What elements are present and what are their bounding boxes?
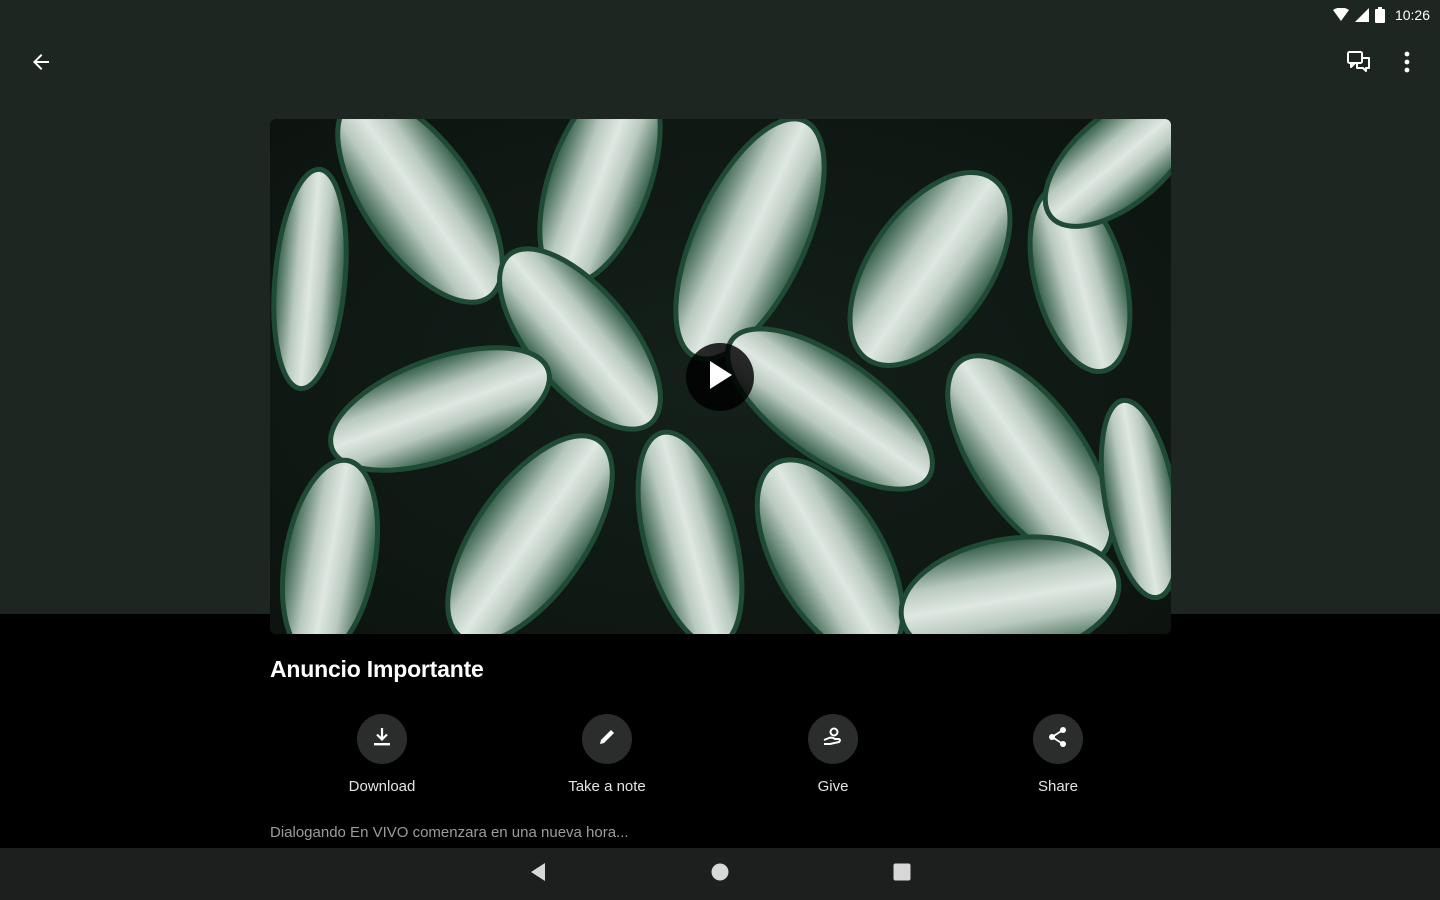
give-button[interactable]: Give	[753, 714, 913, 795]
status-bar: 10:26	[1300, 0, 1440, 30]
give-hand-icon	[821, 725, 845, 754]
play-icon	[707, 360, 733, 395]
description-text[interactable]: Dialogando En VIVO comenzara en una nuev…	[270, 824, 629, 841]
nav-back-icon	[529, 862, 547, 887]
download-button[interactable]: Download	[302, 714, 462, 795]
download-icon	[371, 726, 393, 753]
action-bar: Download Take a note Give Share	[270, 714, 1171, 804]
signal-icon	[1354, 8, 1369, 22]
nav-recents-icon	[893, 863, 911, 886]
share-icon	[1047, 726, 1069, 753]
play-button[interactable]	[686, 343, 754, 411]
chat-bubbles-icon	[1346, 50, 1372, 79]
more-options-button[interactable]	[1387, 44, 1427, 84]
action-circle	[357, 714, 407, 764]
action-label: Take a note	[568, 778, 646, 795]
wifi-icon	[1332, 8, 1349, 22]
chat-button[interactable]	[1339, 44, 1379, 84]
page-title: Anuncio Importante	[270, 656, 484, 682]
video-thumbnail[interactable]	[270, 119, 1171, 634]
pencil-icon	[597, 727, 617, 752]
status-time: 10:26	[1394, 7, 1430, 23]
action-label: Download	[348, 778, 416, 795]
nav-home-button[interactable]	[704, 858, 736, 890]
arrow-left-icon	[29, 50, 53, 79]
take-a-note-button[interactable]: Take a note	[527, 714, 687, 795]
back-button[interactable]	[21, 44, 61, 84]
more-vertical-icon	[1404, 51, 1410, 78]
system-nav-bar	[0, 848, 1440, 900]
action-circle	[808, 714, 858, 764]
action-label: Give	[817, 778, 849, 795]
battery-icon	[1374, 7, 1385, 23]
share-button[interactable]: Share	[978, 714, 1138, 795]
nav-back-button[interactable]	[522, 858, 554, 890]
nav-home-icon	[711, 863, 729, 886]
nav-recents-button[interactable]	[886, 858, 918, 890]
action-label: Share	[1037, 778, 1079, 795]
action-circle	[1033, 714, 1083, 764]
action-circle	[582, 714, 632, 764]
screen: 10:26 Anuncio Importante Download Take a…	[0, 0, 1440, 900]
